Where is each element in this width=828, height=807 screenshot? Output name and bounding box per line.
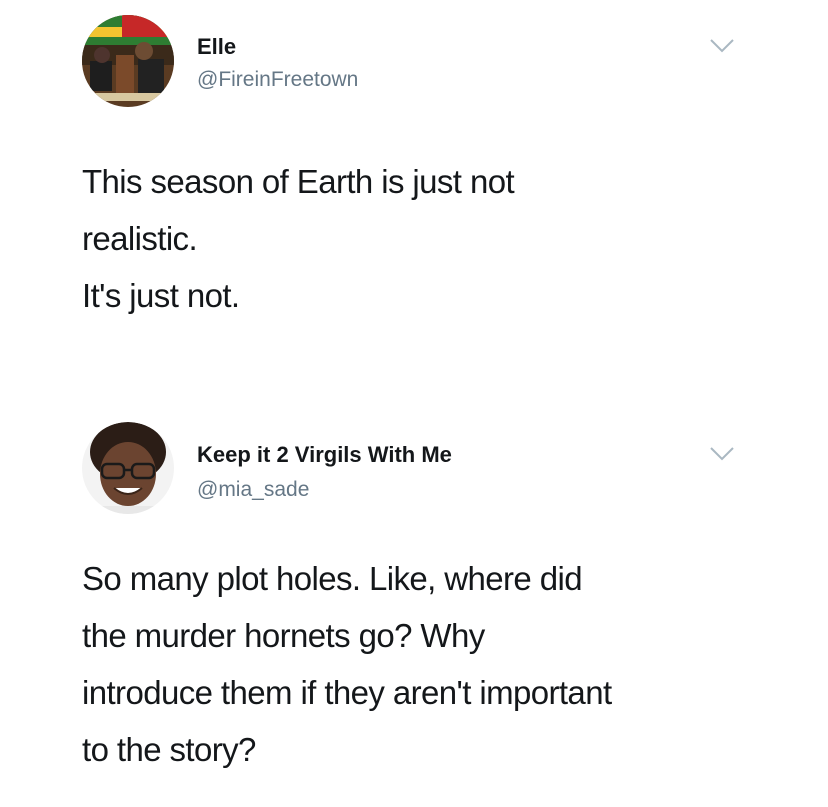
avatar-image <box>82 422 174 514</box>
chevron-down-icon[interactable] <box>709 446 735 462</box>
tweet: Keep it 2 Virgils With Me @mia_sade So m… <box>0 400 828 807</box>
username-handle[interactable]: @mia_sade <box>197 478 309 502</box>
display-name[interactable]: Elle <box>197 34 236 60</box>
tweet-text: So many plot holes. Like, where did the … <box>82 550 782 778</box>
avatar-image <box>82 15 174 107</box>
tweet-text-line: So many plot holes. Like, where did <box>82 560 583 597</box>
display-name[interactable]: Keep it 2 Virgils With Me <box>197 442 452 468</box>
tweet-text: This season of Earth is just not realist… <box>82 153 782 324</box>
tweet-text-line: the murder hornets go? Why <box>82 617 485 654</box>
chevron-down-icon[interactable] <box>709 38 735 54</box>
tweet-text-line: It's just not. <box>82 277 240 314</box>
avatar[interactable] <box>82 15 174 107</box>
tweet-text-line: introduce them if they aren't important <box>82 674 612 711</box>
tweet-text-line: to the story? <box>82 731 256 768</box>
tweet: Elle @FireinFreetown This season of Eart… <box>0 0 828 400</box>
username-handle[interactable]: @FireinFreetown <box>197 68 358 92</box>
avatar[interactable] <box>82 422 174 514</box>
tweet-text-line: This season of Earth is just not <box>82 163 515 200</box>
tweet-text-line: realistic. <box>82 220 198 257</box>
